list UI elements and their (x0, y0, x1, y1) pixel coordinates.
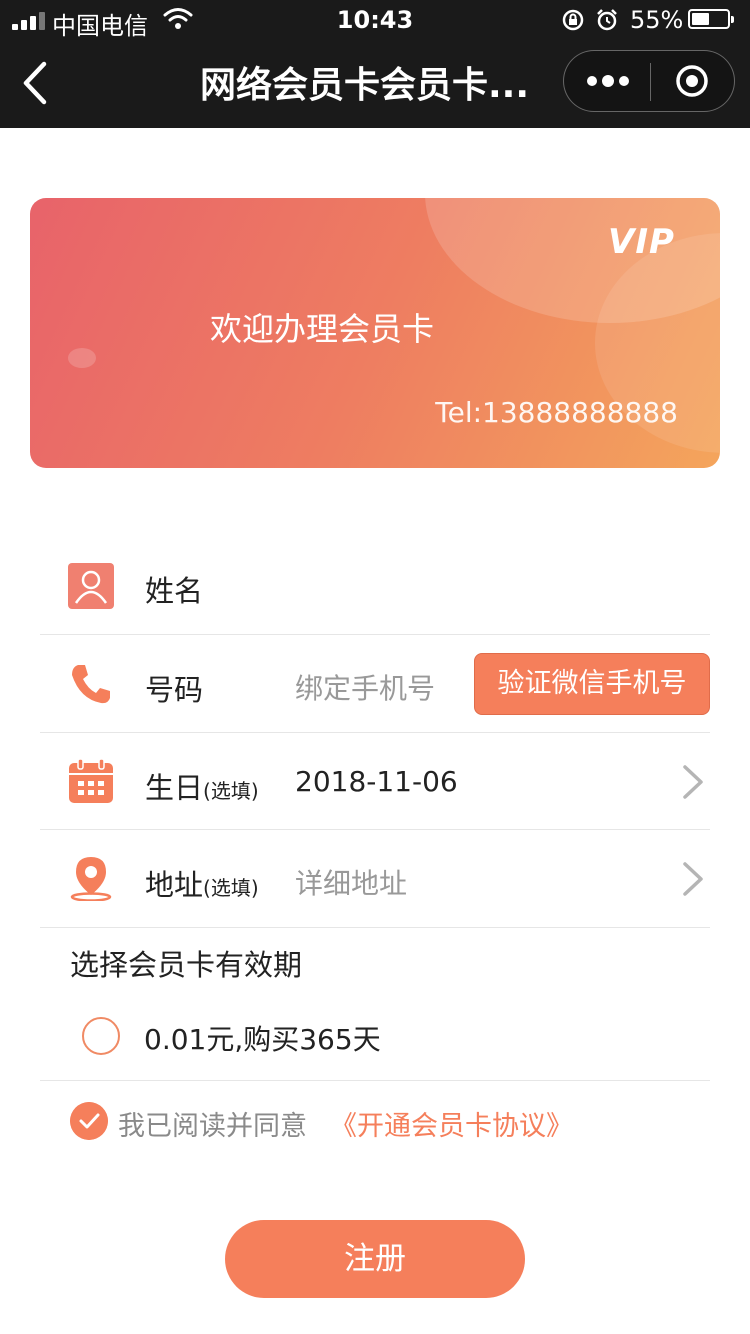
battery-icon (688, 9, 734, 29)
birthday-value[interactable]: 2018-11-06 (295, 765, 458, 798)
location-pin-icon (70, 857, 112, 901)
phone-icon (72, 665, 110, 704)
address-label: 地址(选填) (145, 862, 259, 904)
card-decoration (68, 348, 96, 368)
chevron-right-icon (683, 765, 703, 799)
checkbox-checked-icon[interactable] (70, 1102, 108, 1140)
verify-wechat-phone-button[interactable]: 验证微信手机号 (474, 653, 710, 715)
membership-card: VIP 欢迎办理会员卡 Tel:13888888888 (30, 198, 720, 468)
address-optional: (选填) (203, 876, 259, 900)
agreement-text: 我已阅读并同意 (118, 1111, 307, 1142)
phone-row: 号码 绑定手机号 验证微信手机号 (40, 635, 710, 733)
alarm-icon (597, 9, 617, 31)
capsule-divider (650, 63, 651, 101)
birthday-label: 生日(选填) (145, 765, 259, 807)
phone-label: 号码 (145, 673, 204, 707)
more-icon[interactable] (584, 71, 632, 91)
top-bar: 中国电信 10:43 55% 网络会员卡会员卡... (0, 0, 750, 128)
birthday-optional: (选填) (203, 779, 259, 803)
address-input[interactable]: 详细地址 (295, 862, 407, 902)
register-button[interactable]: 注册 (225, 1220, 525, 1298)
address-row[interactable]: 地址(选填) 详细地址 (40, 830, 710, 928)
radio-button[interactable] (82, 1017, 120, 1055)
validity-option-label: 0.01元,购买365天 (144, 1023, 381, 1056)
chevron-right-icon (683, 862, 703, 896)
name-label: 姓名 (145, 574, 204, 608)
status-bar: 中国电信 10:43 55% (0, 0, 750, 40)
validity-title: 选择会员卡有效期 (70, 948, 303, 982)
card-welcome-text: 欢迎办理会员卡 (210, 310, 435, 348)
battery-percent: 55% (630, 6, 684, 34)
calendar-icon (69, 758, 113, 803)
target-icon[interactable] (675, 64, 709, 98)
agreement-link[interactable]: 《开通会员卡协议》 (330, 1104, 573, 1143)
user-icon (68, 563, 114, 609)
birthday-row[interactable]: 生日(选填) 2018-11-06 (40, 733, 710, 830)
back-icon[interactable] (18, 60, 52, 106)
vip-badge: VIP (608, 222, 675, 262)
page-title: 网络会员卡会员卡... (200, 65, 530, 106)
address-label-text: 地址 (145, 868, 204, 902)
validity-option[interactable]: 0.01元,购买365天 (40, 990, 710, 1081)
birthday-label-text: 生日 (145, 771, 204, 805)
card-tel: Tel:13888888888 (435, 396, 678, 429)
phone-input[interactable]: 绑定手机号 (295, 667, 435, 707)
name-row[interactable]: 姓名 (40, 536, 710, 635)
rotation-lock-icon (562, 9, 584, 31)
mini-program-capsule (563, 50, 735, 112)
